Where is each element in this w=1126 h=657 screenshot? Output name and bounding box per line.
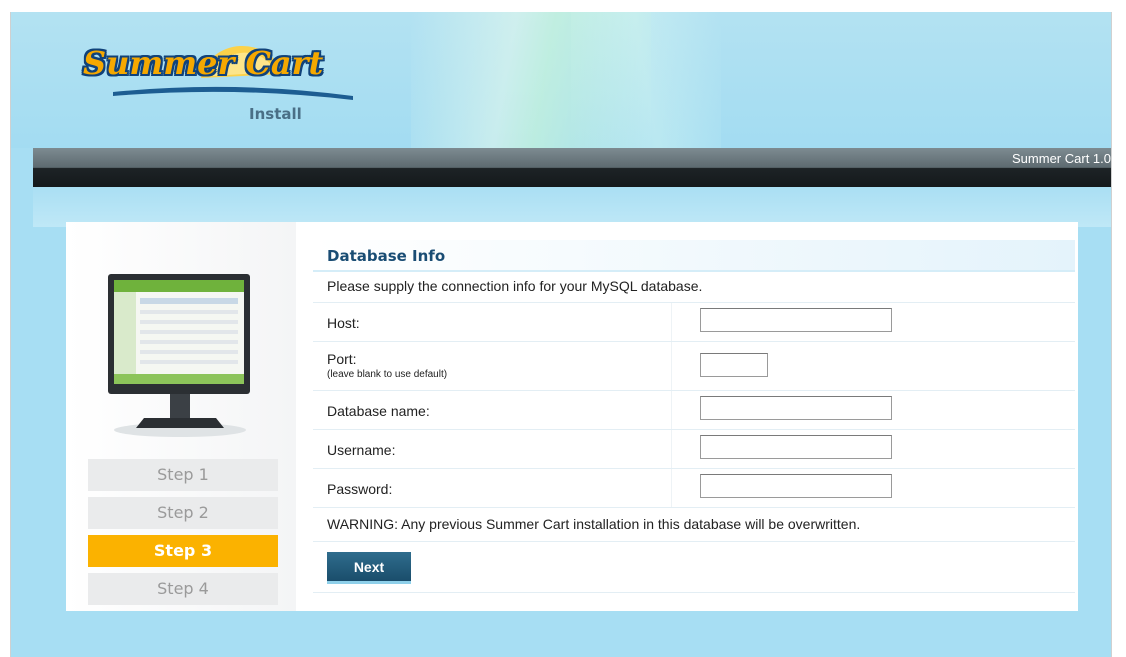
column-separator	[671, 430, 672, 468]
step-1: Step 1	[88, 459, 278, 491]
top-bar: Summer Cart 1.0	[33, 148, 1111, 187]
header-light-rays-2	[571, 12, 721, 148]
password-label: Password:	[327, 481, 393, 497]
database-name-row: Database name:	[313, 391, 1075, 430]
column-separator	[671, 303, 672, 341]
column-separator	[671, 469, 672, 507]
steps-list: Step 1 Step 2 Step 3 Step 4	[88, 459, 278, 611]
username-input[interactable]	[700, 435, 892, 459]
header: Summer Cart Install	[11, 12, 1111, 148]
logo-text: Summer Cart	[83, 44, 324, 82]
password-input[interactable]	[700, 474, 892, 498]
host-label: Host:	[327, 315, 360, 331]
monitor-illustration	[104, 268, 256, 438]
database-name-label: Database name:	[327, 403, 430, 419]
next-button[interactable]: Next	[327, 552, 411, 584]
installer-frame: Summer Cart Install Summer Cart 1.0 Step…	[10, 12, 1112, 657]
username-label: Username:	[327, 442, 396, 458]
logo-subtitle: Install	[249, 105, 302, 123]
section-title: Database Info	[313, 240, 1075, 272]
button-row: Next	[313, 542, 1075, 593]
column-separator	[671, 391, 672, 429]
overwrite-warning: WARNING: Any previous Summer Cart instal…	[313, 508, 1075, 542]
port-row: Port: (leave blank to use default)	[313, 342, 1075, 391]
summer-cart-logo: Summer Cart Install	[83, 36, 353, 126]
port-label: Port:	[327, 351, 357, 367]
database-info-form: Database Info Please supply the connecti…	[313, 240, 1075, 593]
database-name-input[interactable]	[700, 396, 892, 420]
host-input[interactable]	[700, 308, 892, 332]
install-panel: Step 1 Step 2 Step 3 Step 4 Database Info P…	[66, 222, 1078, 611]
step-4: Step 4	[88, 573, 278, 605]
username-row: Username:	[313, 430, 1075, 469]
host-row: Host:	[313, 303, 1075, 342]
port-hint: (leave blank to use default)	[327, 369, 448, 380]
form-description: Please supply the connection info for yo…	[313, 272, 1075, 303]
column-separator	[671, 342, 672, 390]
sub-band	[33, 187, 1111, 227]
step-3: Step 3	[88, 535, 278, 567]
steps-sidebar: Step 1 Step 2 Step 3 Step 4	[66, 222, 296, 611]
version-label: Summer Cart 1.0	[1012, 151, 1111, 166]
password-row: Password:	[313, 469, 1075, 508]
port-input[interactable]	[700, 353, 768, 377]
step-2: Step 2	[88, 497, 278, 529]
